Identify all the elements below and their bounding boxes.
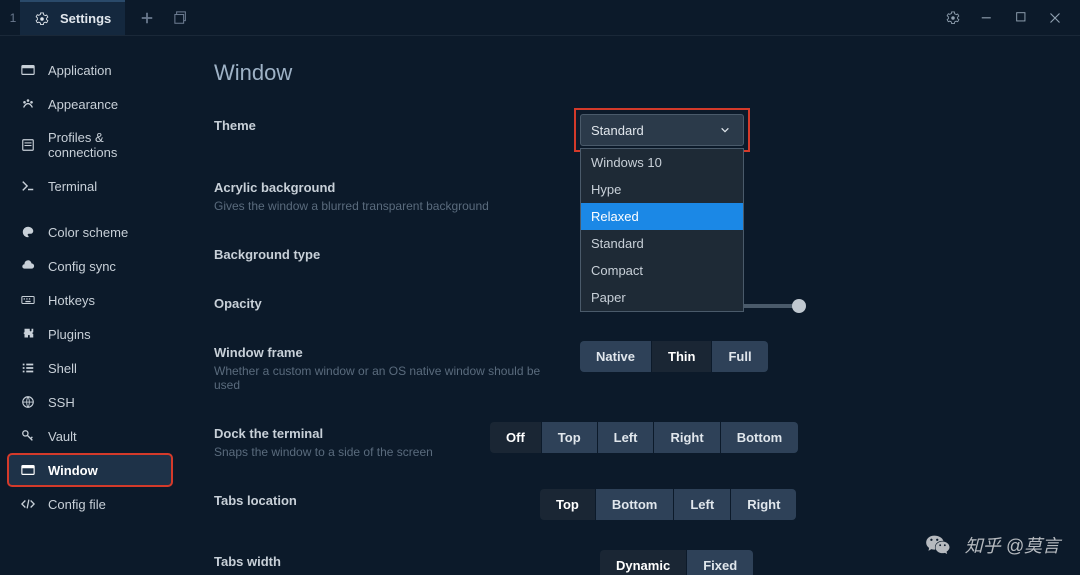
theme-option[interactable]: Windows 10	[581, 149, 743, 176]
maximize-icon[interactable]	[1014, 10, 1028, 26]
gear-icon	[34, 11, 50, 27]
sidebar-item-appearance[interactable]: Appearance	[8, 88, 172, 120]
sidebar-item-plugins[interactable]: Plugins	[8, 318, 172, 350]
sidebar-item-label: Plugins	[48, 327, 91, 342]
sidebar-item-colorscheme[interactable]: Color scheme	[8, 216, 172, 248]
appearance-icon	[20, 96, 36, 112]
close-icon[interactable]	[1048, 10, 1062, 26]
acrylic-label: Acrylic background	[214, 180, 564, 195]
frame-native-button[interactable]: Native	[580, 341, 651, 372]
tabswidth-dynamic-button[interactable]: Dynamic	[600, 550, 686, 575]
frame-desc: Whether a custom window or an OS native …	[214, 364, 564, 392]
watermark-text: 知乎 @莫言	[965, 532, 1060, 558]
sidebar-item-application[interactable]: Application	[8, 54, 172, 86]
tab-settings[interactable]: Settings	[20, 0, 125, 35]
dock-left-button[interactable]: Left	[598, 422, 654, 453]
frame-label: Window frame	[214, 345, 564, 360]
profiles-icon	[20, 137, 36, 153]
sidebar-item-label: Application	[48, 63, 112, 78]
key-icon	[20, 428, 36, 444]
tab-label: Settings	[60, 11, 111, 26]
palette-icon	[20, 224, 36, 240]
sidebar-item-label: Hotkeys	[48, 293, 95, 308]
watermark: 知乎 @莫言	[925, 531, 1060, 559]
sidebar-item-label: Profiles & connections	[48, 130, 160, 160]
dock-label: Dock the terminal	[214, 426, 474, 441]
frame-thin-button[interactable]: Thin	[652, 341, 711, 372]
dock-top-button[interactable]: Top	[542, 422, 597, 453]
window-controls	[928, 10, 1080, 26]
dock-right-button[interactable]: Right	[654, 422, 719, 453]
sidebar-item-label: Config file	[48, 497, 106, 512]
tab-actions	[125, 10, 203, 26]
sidebar-item-label: Config sync	[48, 259, 116, 274]
terminal-icon	[20, 178, 36, 194]
puzzle-icon	[20, 326, 36, 342]
dock-bottom-button[interactable]: Bottom	[721, 422, 799, 453]
page-title: Window	[214, 60, 1046, 86]
sidebar: Application Appearance Profiles & connec…	[0, 36, 180, 575]
dock-group: Off Top Left Right Bottom	[490, 422, 798, 453]
theme-label: Theme	[214, 118, 564, 133]
tabswidth-group: Dynamic Fixed	[600, 550, 753, 575]
sidebar-item-window[interactable]: Window	[8, 454, 172, 486]
tabsloc-group: Top Bottom Left Right	[540, 489, 796, 520]
sidebar-item-ssh[interactable]: SSH	[8, 386, 172, 418]
list-icon	[20, 360, 36, 376]
theme-option[interactable]: Hype	[581, 176, 743, 203]
cloud-icon	[20, 258, 36, 274]
chevron-down-icon	[717, 122, 733, 138]
theme-option[interactable]: Paper	[581, 284, 743, 311]
code-icon	[20, 496, 36, 512]
sidebar-item-label: Vault	[48, 429, 77, 444]
settings-gear-icon[interactable]	[946, 10, 960, 26]
globe-icon	[20, 394, 36, 410]
windows-icon[interactable]	[173, 10, 189, 26]
tabsloc-label: Tabs location	[214, 493, 524, 508]
minimize-icon[interactable]	[980, 10, 994, 26]
sidebar-item-terminal[interactable]: Terminal	[8, 170, 172, 202]
dock-off-button[interactable]: Off	[490, 422, 541, 453]
theme-option[interactable]: Compact	[581, 257, 743, 284]
app-icon	[20, 62, 36, 78]
tab-index: 1	[0, 11, 20, 25]
frame-group: Native Thin Full	[580, 341, 768, 372]
window-icon	[20, 462, 36, 478]
theme-option[interactable]: Standard	[581, 230, 743, 257]
sidebar-item-label: Color scheme	[48, 225, 128, 240]
theme-select[interactable]: Standard	[580, 114, 744, 146]
slider-thumb[interactable]	[792, 299, 806, 313]
sidebar-item-label: SSH	[48, 395, 75, 410]
tabsloc-left-button[interactable]: Left	[674, 489, 730, 520]
sidebar-item-label: Appearance	[48, 97, 118, 112]
sidebar-item-label: Window	[48, 463, 98, 478]
main-panel: Window Theme Standard Windows 10 Hype	[180, 36, 1080, 575]
opacity-label: Opacity	[214, 296, 564, 311]
bgtype-label: Background type	[214, 247, 564, 262]
theme-option[interactable]: Relaxed	[581, 203, 743, 230]
acrylic-desc: Gives the window a blurred transparent b…	[214, 199, 564, 213]
sidebar-item-hotkeys[interactable]: Hotkeys	[8, 284, 172, 316]
titlebar: 1 Settings	[0, 0, 1080, 36]
dock-desc: Snaps the window to a side of the screen	[214, 445, 474, 459]
theme-dropdown: Windows 10 Hype Relaxed Standard Compact…	[580, 148, 744, 312]
tabsloc-right-button[interactable]: Right	[731, 489, 796, 520]
keyboard-icon	[20, 292, 36, 308]
sidebar-item-vault[interactable]: Vault	[8, 420, 172, 452]
tabswidth-fixed-button[interactable]: Fixed	[687, 550, 753, 575]
theme-selected: Standard	[591, 123, 644, 138]
sidebar-item-shell[interactable]: Shell	[8, 352, 172, 384]
tabswidth-label: Tabs width	[214, 554, 564, 569]
sidebar-item-label: Shell	[48, 361, 77, 376]
sidebar-item-configsync[interactable]: Config sync	[8, 250, 172, 282]
tabsloc-top-button[interactable]: Top	[540, 489, 595, 520]
sidebar-item-label: Terminal	[48, 179, 97, 194]
sidebar-item-configfile[interactable]: Config file	[8, 488, 172, 520]
wechat-icon	[925, 531, 953, 559]
tabsloc-bottom-button[interactable]: Bottom	[596, 489, 674, 520]
theme-select-highlight: Standard Windows 10 Hype Relaxed Standar…	[580, 114, 744, 146]
frame-full-button[interactable]: Full	[712, 341, 767, 372]
sidebar-item-profiles[interactable]: Profiles & connections	[8, 122, 172, 168]
plus-icon[interactable]	[139, 10, 155, 26]
